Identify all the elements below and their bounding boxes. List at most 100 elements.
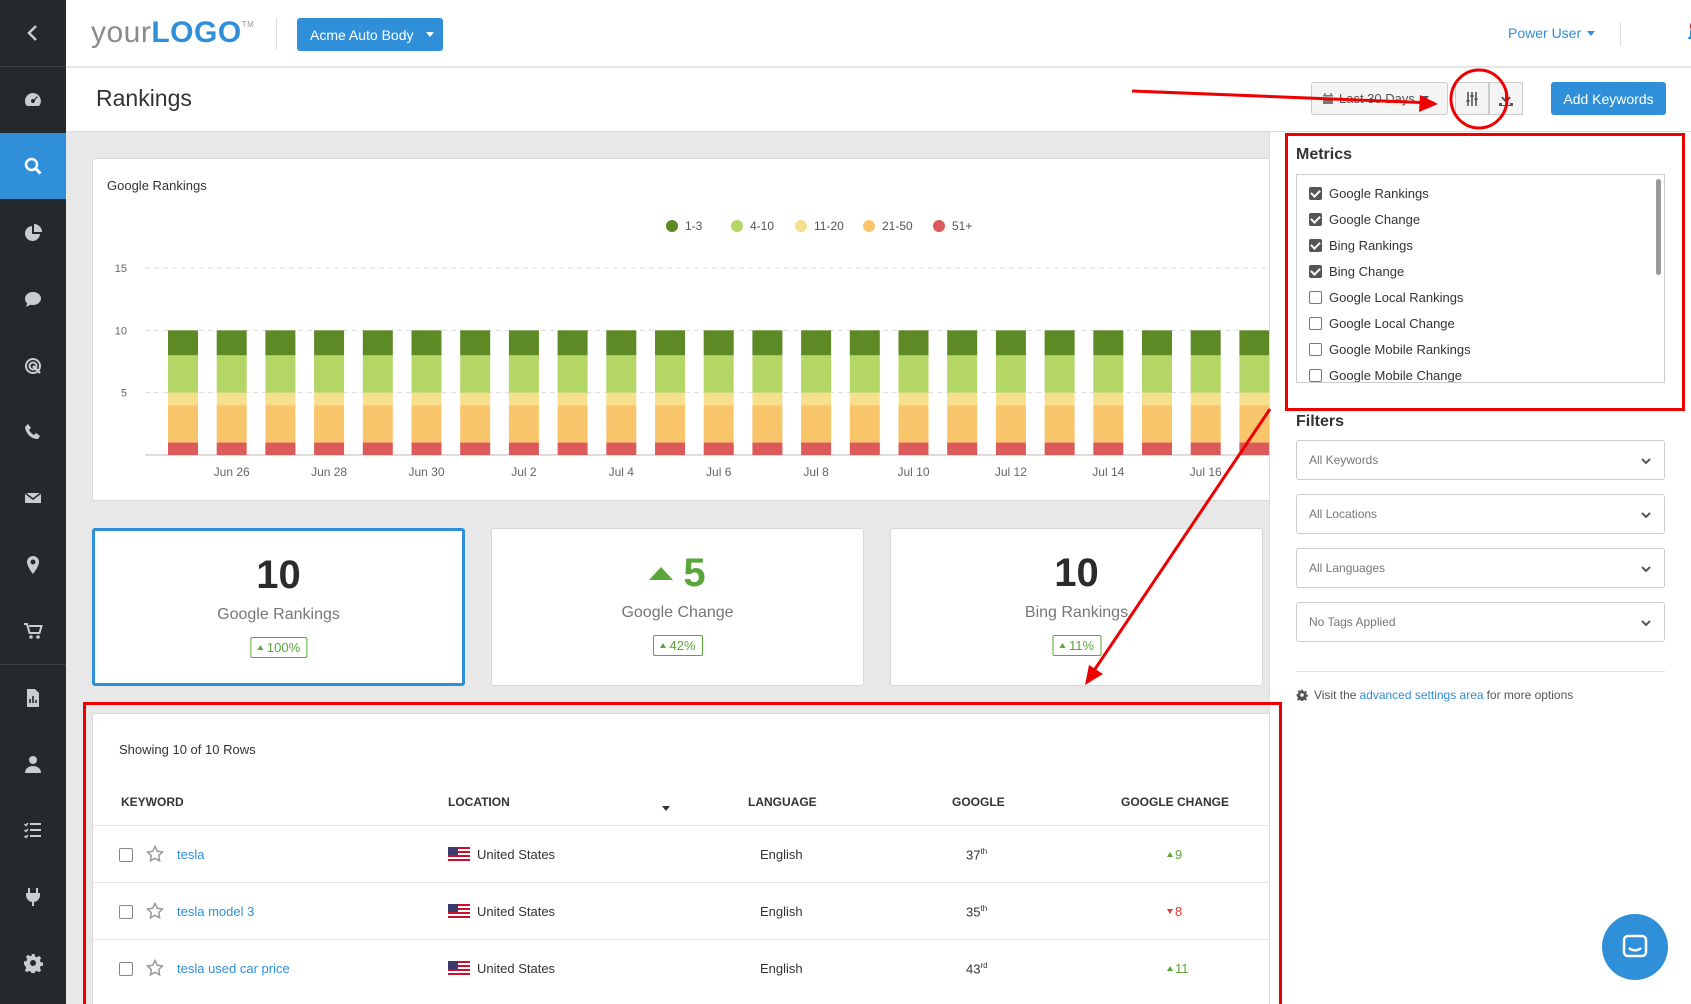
bar-segment-4-10 — [995, 355, 1026, 393]
filter-locations-select[interactable]: All Locations — [1296, 494, 1665, 534]
filter-languages-select[interactable]: All Languages — [1296, 548, 1665, 588]
stat-value: 10 — [95, 553, 462, 598]
phone-icon — [25, 424, 40, 439]
plug-icon — [26, 888, 40, 906]
bar-segment-51+ — [703, 442, 734, 455]
bar-segment-4-10 — [557, 355, 588, 393]
filter-locations-value: All Locations — [1309, 507, 1378, 521]
bar-segment-21-50 — [947, 405, 978, 443]
bar-segment-21-50 — [606, 405, 637, 443]
bar-segment-11-20 — [1142, 392, 1172, 406]
x-tick-label: Jun 26 — [214, 465, 250, 479]
report-document-icon — [27, 689, 39, 707]
bar-segment-51+ — [508, 442, 539, 455]
bar-segment-4-10 — [655, 355, 685, 393]
brand-logo[interactable]: your LOGO TM — [91, 16, 254, 50]
note-suffix: for more options — [1486, 688, 1574, 702]
sidebar-item-calls[interactable] — [0, 399, 66, 465]
bar-segment-21-50 — [362, 405, 393, 443]
download-button[interactable] — [1489, 82, 1523, 115]
bar-segment-11-20 — [168, 392, 198, 406]
chevron-down-icon — [1641, 458, 1651, 465]
task-list-icon — [23, 822, 41, 839]
bar-segment-11-20 — [411, 392, 442, 406]
bar-segment-21-50 — [801, 405, 832, 443]
legend-label: 4-10 — [750, 219, 774, 233]
column-settings-button[interactable] — [1455, 82, 1489, 115]
bar-segment-21-50 — [460, 405, 491, 443]
advanced-settings-note: Visit the advanced settings area for more … — [1296, 688, 1573, 702]
bar-segment-21-50 — [655, 405, 685, 443]
bar-segment-1-3 — [995, 330, 1026, 356]
filter-tags-select[interactable]: No Tags Applied — [1296, 602, 1665, 642]
sidebar-item-social[interactable] — [0, 266, 66, 332]
dashboard-gauge-icon — [25, 93, 41, 106]
sidebar-item-analytics[interactable] — [0, 200, 66, 266]
legend-marker — [795, 220, 807, 232]
sidebar-item-rankings[interactable] — [0, 133, 66, 199]
sidebar-item-dashboard[interactable] — [0, 67, 66, 133]
header-divider — [1620, 22, 1621, 46]
account-selector-button[interactable]: Acme Auto Body — [297, 18, 443, 51]
sidebar-item-reports[interactable] — [0, 665, 66, 731]
filter-keywords-select[interactable]: All Keywords — [1296, 440, 1665, 480]
legend-label: 11-20 — [814, 219, 844, 233]
date-range-dropdown[interactable]: Last 30 Days — [1311, 82, 1448, 115]
sidebar-item-email[interactable] — [0, 465, 66, 531]
chevron-down-icon — [1587, 30, 1596, 36]
bar-segment-1-3 — [460, 330, 491, 356]
bar-segment-11-20 — [752, 392, 783, 406]
note-prefix: Visit the — [1314, 688, 1357, 702]
bar-segment-1-3 — [898, 330, 929, 356]
stat-label: Bing Rankings — [1024, 604, 1129, 621]
filter-languages-value: All Languages — [1309, 561, 1386, 575]
bar-segment-11-20 — [995, 392, 1026, 406]
bar-segment-4-10 — [606, 355, 637, 393]
add-keywords-button[interactable]: Add Keywords — [1551, 82, 1666, 115]
stat-value-text: 10 — [256, 553, 301, 597]
bar-segment-4-10 — [1093, 355, 1124, 393]
stat-card-google-rankings[interactable]: 10 Google Rankings 100% — [92, 528, 465, 686]
bar-segment-11-20 — [947, 392, 978, 406]
app-root: yourLOGOTM Acme Auto Body Power User 63 … — [0, 0, 1691, 1004]
sidebar-item-integrations[interactable] — [0, 864, 66, 930]
sidebar-item-users[interactable] — [0, 731, 66, 797]
map-pin-icon — [27, 556, 39, 574]
sliders-icon — [1466, 91, 1478, 106]
bar-segment-21-50 — [265, 405, 296, 443]
bar-segment-11-20 — [606, 392, 637, 406]
bar-segment-21-50 — [1190, 405, 1221, 443]
chevron-down-icon — [1641, 566, 1651, 573]
legend-marker — [863, 220, 875, 232]
bar-segment-51+ — [898, 442, 929, 455]
sidebar-item-ppc[interactable] — [0, 333, 66, 399]
sidebar-item-local[interactable] — [0, 532, 66, 598]
bar-segment-21-50 — [508, 405, 539, 443]
bar-segment-51+ — [1190, 442, 1221, 455]
x-tick-label: Jun 30 — [408, 465, 444, 479]
bar-segment-51+ — [1142, 442, 1172, 455]
user-menu[interactable]: Power User — [1508, 25, 1596, 41]
bar-segment-51+ — [460, 442, 491, 455]
filter-keywords-value: All Keywords — [1309, 453, 1379, 467]
bar-segment-4-10 — [1142, 355, 1172, 393]
stat-label: Google Rankings — [217, 606, 340, 623]
bar-segment-11-20 — [801, 392, 832, 406]
collapse-sidebar-button[interactable] — [0, 0, 66, 66]
chat-launcher-button[interactable] — [1602, 914, 1668, 980]
sidebar-item-settings[interactable] — [0, 930, 66, 996]
advanced-settings-link[interactable]: advanced settings area — [1359, 688, 1483, 702]
bar-segment-21-50 — [557, 405, 588, 443]
sidebar-item-ecommerce[interactable] — [0, 598, 66, 664]
bar-segment-4-10 — [947, 355, 978, 393]
bar-segment-51+ — [752, 442, 783, 455]
legend-label: 21-50 — [882, 219, 913, 233]
stat-card-google-change[interactable]: 5 Google Change 42% — [491, 528, 864, 686]
stat-card-bing-rankings[interactable]: 10 Bing Rankings 11% — [890, 528, 1263, 686]
bar-segment-21-50 — [752, 405, 783, 443]
logo-trademark: TM — [241, 20, 255, 29]
bar-segment-1-3 — [508, 330, 539, 356]
sidebar-item-tasks[interactable] — [0, 797, 66, 863]
bar-segment-4-10 — [265, 355, 296, 393]
triangle-up-icon — [659, 643, 666, 648]
